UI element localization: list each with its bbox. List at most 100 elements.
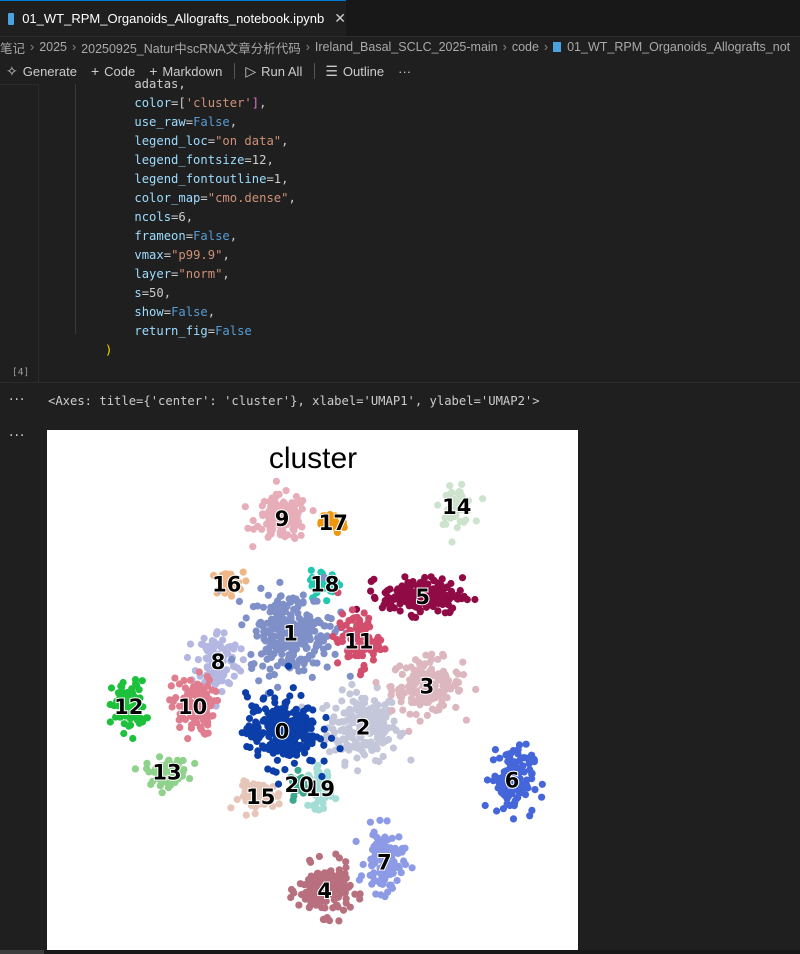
scatter-point	[275, 800, 283, 808]
breadcrumb-item[interactable]: 20250925_Natur中scRNA文章分析代码	[81, 38, 301, 57]
scatter-point	[369, 831, 377, 839]
scatter-point	[406, 710, 414, 718]
scatter-point	[427, 573, 435, 581]
scatter-point	[224, 644, 233, 652]
scatter-point	[253, 632, 261, 640]
scatter-point	[138, 677, 146, 685]
output-more-button[interactable]: ···	[9, 428, 25, 444]
cluster-label: 2	[356, 716, 371, 740]
scatter-point	[433, 588, 441, 596]
scatter-point	[186, 775, 194, 783]
scatter-point	[353, 754, 361, 762]
scatter-point	[360, 751, 369, 759]
scatter-point	[203, 682, 212, 690]
cluster-label: 3	[420, 675, 435, 699]
scatter-point	[175, 680, 183, 688]
cluster-label: 9	[275, 507, 290, 531]
scatter-point	[300, 660, 308, 668]
chevron-right-icon: ›	[305, 40, 310, 54]
scatter-point	[346, 705, 354, 713]
scatter-point	[432, 707, 440, 715]
scatter-points	[106, 477, 546, 925]
scatter-point	[285, 595, 293, 603]
scatter-point	[393, 876, 401, 885]
scatter-point	[290, 526, 298, 534]
scatter-point	[408, 698, 416, 706]
scatter-point	[372, 890, 380, 898]
scatter-point	[274, 792, 282, 800]
code-line: legend_loc="on data",	[134, 134, 289, 148]
scatter-point	[158, 789, 166, 797]
more-actions-button[interactable]: ···	[398, 64, 411, 79]
scatter-point	[491, 746, 499, 754]
scatter-point	[332, 850, 340, 858]
scatter-point	[187, 724, 195, 732]
output-more-button[interactable]: ···	[9, 392, 25, 408]
scatter-point	[273, 618, 281, 626]
close-icon[interactable]: ✕	[334, 11, 346, 27]
scatter-point	[296, 721, 304, 729]
tab-bar: 01_WT_RPM_Organoids_Allografts_notebook.…	[0, 0, 800, 37]
scatter-point	[243, 693, 251, 701]
breadcrumb-item[interactable]: 笔记	[0, 38, 25, 57]
scatter-point	[142, 714, 150, 722]
scatter-point	[399, 706, 407, 714]
scatter-point	[494, 784, 502, 792]
scatter-point	[311, 627, 319, 635]
scatter-point	[369, 704, 377, 712]
scatter-point	[298, 711, 306, 719]
outline-button[interactable]: ☰ Outline	[325, 63, 384, 80]
execution-count: [4]	[12, 367, 30, 378]
cluster-label: 13	[152, 761, 181, 785]
generate-button[interactable]: ✧ Generate	[6, 63, 77, 80]
scatter-point	[336, 619, 344, 627]
more-icon: ···	[398, 63, 412, 79]
code-line: return_fig=False	[134, 324, 252, 338]
scatter-point	[519, 762, 527, 770]
scatter-point	[338, 697, 346, 705]
scatter-point	[446, 607, 454, 615]
scatter-point	[281, 704, 289, 712]
scatter-point	[290, 748, 298, 756]
scatter-point	[401, 844, 409, 852]
scatter-point	[506, 755, 514, 763]
horizontal-scrollbar[interactable]	[0, 950, 800, 954]
scatter-point	[298, 640, 306, 648]
scatter-point	[370, 593, 379, 601]
scatter-point	[237, 645, 245, 653]
breadcrumb-item[interactable]: 01_WT_RPM_Organoids_Allografts_not	[567, 40, 790, 54]
scrollbar-thumb[interactable]	[0, 950, 44, 954]
scatter-point	[303, 611, 311, 619]
scatter-point	[407, 683, 415, 691]
scatter-point	[416, 662, 424, 670]
scatter-point	[285, 651, 293, 659]
scatter-point	[181, 684, 189, 692]
scatter-point	[395, 833, 403, 841]
scatter-point	[294, 517, 302, 526]
scatter-point	[271, 607, 279, 616]
scatter-point	[308, 673, 316, 681]
scatter-point	[408, 613, 417, 621]
scatter-point	[356, 671, 365, 679]
code-cell-editor[interactable]: adatas, color=['cluster'], use_raw=False…	[38, 77, 800, 382]
tab-notebook[interactable]: 01_WT_RPM_Organoids_Allografts_notebook.…	[0, 0, 346, 36]
code-text[interactable]: adatas, color=['cluster'], use_raw=False…	[105, 75, 296, 360]
code-line: show=False,	[134, 305, 216, 319]
scatter-point	[287, 885, 296, 894]
scatter-point	[395, 690, 403, 698]
scatter-point	[196, 682, 204, 690]
scatter-point	[479, 495, 487, 503]
scatter-point	[191, 687, 199, 695]
scatter-point	[171, 674, 179, 682]
breadcrumb-item[interactable]: 2025	[39, 40, 67, 54]
code-line: frameon=False,	[134, 229, 238, 243]
code-line: layer="norm",	[134, 267, 230, 281]
cell-divider	[0, 382, 800, 383]
generate-label: Generate	[22, 63, 77, 79]
scatter-point	[242, 811, 250, 819]
scatter-point	[255, 730, 263, 739]
scatter-point	[360, 738, 368, 746]
breadcrumb-item[interactable]: Ireland_Basal_SCLC_2025-main	[315, 40, 498, 54]
breadcrumb-item[interactable]: code	[512, 40, 539, 54]
scatter-point	[501, 792, 509, 800]
